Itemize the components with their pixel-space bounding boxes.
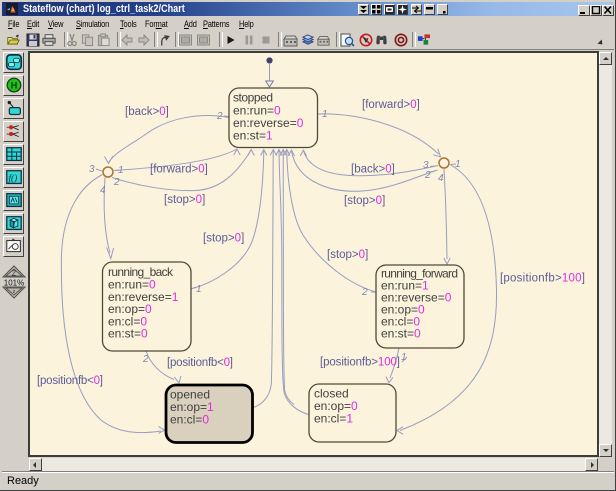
svg-text:2: 2 [142, 354, 149, 365]
svg-text:4: 4 [438, 173, 444, 184]
svg-text:1: 1 [401, 352, 407, 363]
svg-text:H: H [10, 80, 17, 90]
svg-text:f(): f() [8, 173, 17, 184]
svg-text:1: 1 [322, 109, 328, 120]
svg-text:[positionfb<0]: [positionfb<0] [167, 357, 233, 369]
svg-text:en:cl=0: en:cl=0 [170, 413, 209, 427]
svg-text:[forward>0]: [forward>0] [150, 164, 208, 176]
svg-text:2: 2 [361, 287, 368, 298]
svg-text:1: 1 [196, 284, 202, 295]
svg-text:stopped: stopped [233, 91, 273, 105]
svg-text:3: 3 [89, 164, 95, 175]
svg-text:[stop>0]: [stop>0] [164, 194, 205, 206]
svg-text:101%: 101% [4, 279, 24, 288]
svg-text:[positionfb<0]: [positionfb<0] [37, 375, 103, 387]
svg-text:2: 2 [424, 170, 431, 181]
svg-text:Z: Z [12, 271, 17, 278]
svg-text:[stop>0]: [stop>0] [327, 249, 368, 261]
svg-text:[stop>0]: [stop>0] [344, 195, 385, 207]
svg-text:[stop>0]: [stop>0] [203, 233, 244, 245]
svg-text:en:cl=1: en:cl=1 [314, 412, 353, 426]
svg-text:2: 2 [216, 111, 223, 122]
svg-text:[back>0]: [back>0] [125, 106, 169, 118]
svg-text:1: 1 [455, 159, 461, 170]
svg-text:[forward>0]: [forward>0] [362, 99, 420, 111]
svg-text:[positionfb>100]: [positionfb>100] [320, 357, 400, 369]
svg-text:4: 4 [100, 185, 106, 196]
svg-text:1: 1 [118, 165, 124, 176]
svg-text:en:st=1: en:st=1 [233, 129, 273, 143]
svg-text:[positionfb>100]: [positionfb>100] [500, 273, 585, 285]
svg-text:en:st=0: en:st=0 [108, 327, 148, 341]
svg-text:[back>0]: [back>0] [351, 164, 395, 176]
svg-text:2: 2 [113, 177, 120, 188]
svg-text:en:st=0: en:st=0 [381, 327, 421, 341]
